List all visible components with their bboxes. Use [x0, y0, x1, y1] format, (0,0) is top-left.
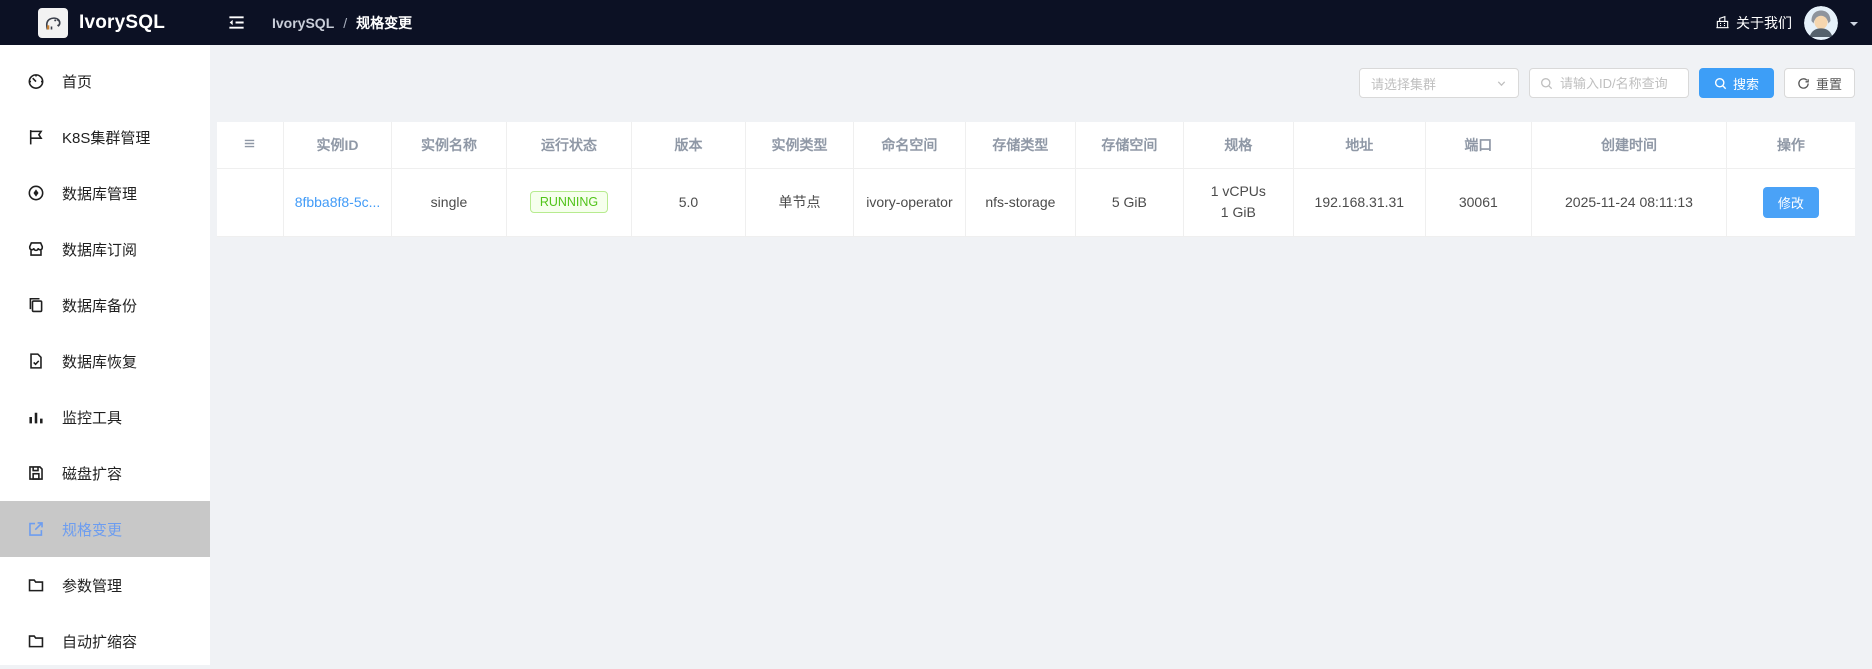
sidebar-item-label: 首页 [62, 73, 93, 91]
instances-table: 实例ID 实例名称 运行状态 版本 实例类型 命名空间 存储类型 存储空间 规格… [217, 122, 1855, 237]
header-port: 端口 [1424, 122, 1532, 169]
chevron-down-icon [1496, 78, 1507, 89]
cluster-select[interactable]: 请选择集群 [1358, 68, 1519, 98]
header-storage-type: 存储类型 [964, 122, 1076, 169]
sidebar-item-label: 数据库恢复 [62, 353, 138, 371]
building-icon [1715, 15, 1730, 30]
folder-icon [27, 632, 45, 650]
instance-id-link[interactable]: 8fbba8f8-5c... [295, 194, 381, 210]
breadcrumb: IvorySQL / 规格变更 [272, 13, 412, 33]
disk-icon [27, 464, 45, 482]
breadcrumb-root[interactable]: IvorySQL [272, 15, 334, 31]
search-button-label: 搜索 [1732, 76, 1759, 92]
sidebar-item-label: K8S集群管理 [62, 129, 151, 147]
instance-name-cell: single [391, 168, 507, 237]
menu-fold-icon[interactable] [227, 13, 246, 32]
search-field [1528, 68, 1689, 98]
header-storage-size: 存储空间 [1075, 122, 1184, 169]
compass-icon [27, 184, 45, 202]
spec-cell: 1 vCPUs 1 GiB [1182, 168, 1294, 237]
breadcrumb-separator: / [343, 14, 348, 31]
filter-bar: 请选择集群 搜索 重置 [1358, 68, 1855, 98]
sidebar-item-k8s-cluster[interactable]: K8S集群管理 [0, 109, 210, 165]
about-us-label: 关于我们 [1736, 14, 1792, 31]
shop-icon [27, 240, 45, 258]
copy-icon [27, 296, 45, 314]
table-row: 8fbba8f8-5c... single RUNNING 5.0 单节点 iv… [217, 168, 1855, 237]
sidebar-item-label: 参数管理 [62, 577, 123, 595]
header-instance-id: 实例ID [282, 122, 392, 169]
sidebar-item-label: 自动扩缩容 [62, 633, 138, 651]
status-badge: RUNNING [529, 191, 609, 213]
column-settings-header[interactable] [217, 122, 284, 169]
table-header-row: 实例ID 实例名称 运行状态 版本 实例类型 命名空间 存储类型 存储空间 规格… [217, 122, 1855, 169]
sidebar-item-monitoring[interactable]: 监控工具 [0, 389, 210, 445]
bar-chart-icon [27, 408, 45, 426]
sidebar-item-db-subscription[interactable]: 数据库订阅 [0, 221, 210, 277]
version-cell: 5.0 [631, 168, 746, 237]
row-selector-cell [217, 168, 284, 237]
cluster-select-placeholder: 请选择集群 [1370, 76, 1436, 92]
sidebar-item-db-management[interactable]: 数据库管理 [0, 165, 210, 221]
header-instance-name: 实例名称 [391, 122, 507, 169]
about-us-link[interactable]: 关于我们 [1715, 13, 1792, 33]
sidebar-item-disk-expansion[interactable]: 磁盘扩容 [0, 445, 210, 501]
folder-icon [27, 576, 45, 594]
spec-cpu: 1 vCPUs [1210, 183, 1266, 199]
reset-button-label: 重置 [1815, 76, 1842, 92]
modify-button[interactable]: 修改 [1762, 186, 1819, 218]
sidebar-item-label: 磁盘扩容 [62, 465, 123, 483]
dashboard-icon [27, 72, 45, 90]
user-avatar[interactable] [1804, 5, 1838, 40]
created-at-cell: 2025-11-24 08:11:13 [1531, 168, 1727, 237]
namespace-cell: ivory-operator [853, 168, 966, 237]
sidebar-item-parameter-management[interactable]: 参数管理 [0, 557, 210, 613]
header-version: 版本 [631, 122, 746, 169]
header-actions: 操作 [1725, 122, 1855, 169]
brand-area: IvorySQL [0, 7, 210, 38]
instances-table-card: 实例ID 实例名称 运行状态 版本 实例类型 命名空间 存储类型 存储空间 规格… [217, 122, 1855, 237]
chevron-down-icon[interactable] [1850, 21, 1858, 30]
flag-icon [27, 128, 45, 146]
sidebar-item-label: 数据库管理 [62, 185, 138, 203]
address-cell: 192.168.31.31 [1293, 168, 1426, 237]
storage-size-cell: 5 GiB [1075, 168, 1184, 237]
sidebar-item-label: 数据库订阅 [62, 241, 138, 259]
sidebar-item-label: 监控工具 [62, 409, 123, 427]
sidebar-item-spec-change[interactable]: 规格变更 [0, 501, 210, 557]
port-cell: 30061 [1424, 168, 1532, 237]
list-icon [242, 136, 257, 151]
file-check-icon [27, 352, 45, 370]
sidebar-item-db-restore[interactable]: 数据库恢复 [0, 333, 210, 389]
sidebar-item-auto-scaling[interactable]: 自动扩缩容 [0, 613, 210, 669]
header-spec: 规格 [1182, 122, 1294, 169]
header-created-at: 创建时间 [1531, 122, 1727, 169]
sidebar-item-home[interactable]: 首页 [0, 53, 210, 109]
topbar: IvorySQL IvorySQL / 规格变更 关于我们 [0, 0, 1872, 45]
search-icon [1540, 77, 1553, 90]
reset-button[interactable]: 重置 [1783, 68, 1855, 98]
search-icon [1714, 77, 1727, 90]
brand-title: IvorySQL [79, 11, 166, 33]
header-address: 地址 [1293, 122, 1426, 169]
header-namespace: 命名空间 [853, 122, 966, 169]
sidebar-item-db-backup[interactable]: 数据库备份 [0, 277, 210, 333]
search-input[interactable] [1559, 75, 1678, 91]
spec-memory: 1 GiB [1220, 204, 1256, 220]
storage-type-cell: nfs-storage [964, 168, 1076, 237]
external-link-icon [27, 520, 45, 538]
header-instance-type: 实例类型 [744, 122, 854, 169]
instance-type-cell: 单节点 [744, 168, 854, 237]
ivorysql-logo-icon [38, 7, 68, 38]
sidebar: 首页 K8S集群管理 数据库管理 数据库订阅 数据库备份 数据库恢复 监控工具 … [0, 45, 210, 665]
breadcrumb-current: 规格变更 [356, 14, 413, 31]
sidebar-item-label: 数据库备份 [62, 297, 138, 315]
topbar-right: 关于我们 [1715, 5, 1872, 40]
reset-icon [1797, 77, 1810, 90]
header-running-status: 运行状态 [505, 122, 632, 169]
search-button[interactable]: 搜索 [1698, 68, 1774, 98]
sidebar-item-label: 规格变更 [62, 521, 123, 539]
